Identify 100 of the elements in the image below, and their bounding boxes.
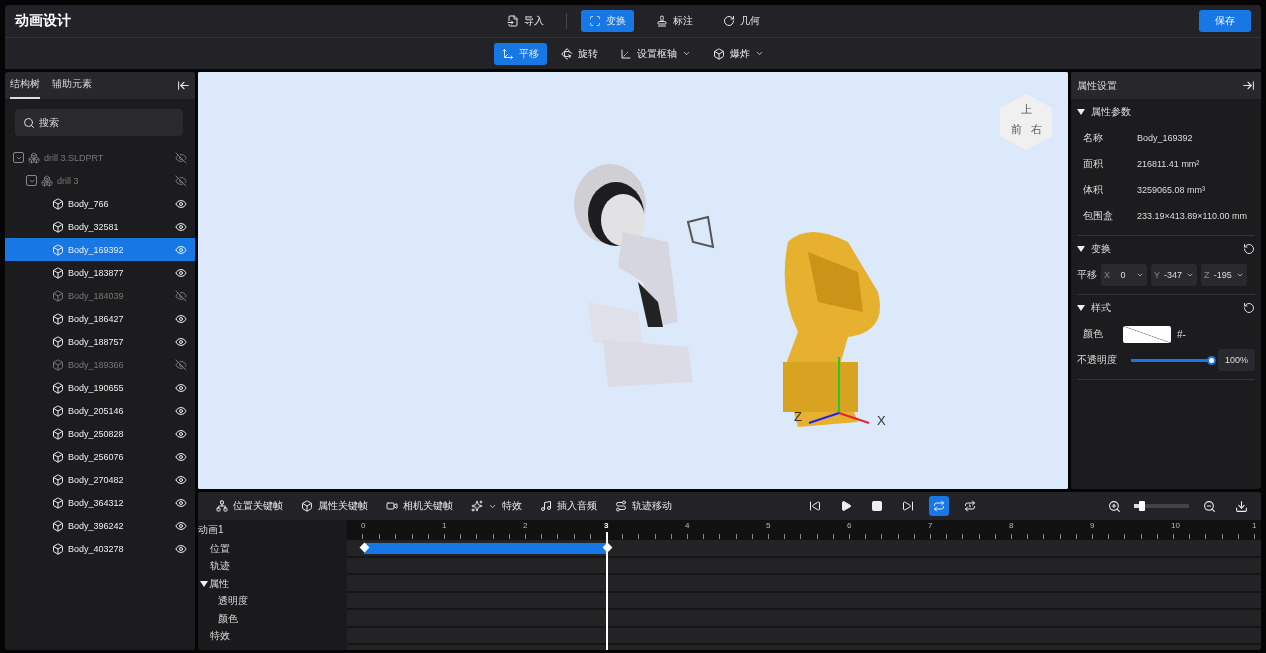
tree-item[interactable]: Body_250828 (5, 422, 195, 445)
caret-icon (682, 49, 691, 58)
color-swatch[interactable] (1123, 325, 1171, 343)
toolbar-tab[interactable]: 变换 (580, 10, 634, 32)
expand-button[interactable] (1242, 79, 1255, 92)
caret-icon[interactable] (1077, 246, 1085, 252)
caret-icon[interactable] (1077, 305, 1085, 311)
cube-face-label: 前 (1009, 122, 1023, 137)
eye-closed-icon[interactable] (175, 174, 187, 187)
eye-closed-icon[interactable] (175, 151, 187, 164)
tool-button[interactable]: 旋转 (553, 42, 606, 65)
play-icon (839, 500, 852, 512)
tree-item-name: Body_403278 (68, 543, 125, 554)
eye-icon[interactable] (175, 266, 187, 279)
toolbar-tab[interactable]: 几何 (714, 10, 768, 32)
property-value: Body_169392 (1137, 133, 1193, 143)
number-field[interactable]: Z -195 (1201, 264, 1247, 286)
zoom-slider-thumb[interactable] (1139, 501, 1146, 511)
panel-tab[interactable]: 结构树 (10, 77, 40, 99)
keyframe-icon[interactable] (359, 542, 370, 553)
tree-item[interactable]: Body_270482 (5, 468, 195, 491)
keyframe-clip[interactable] (364, 543, 607, 554)
axis-gizmo[interactable] (808, 356, 870, 424)
number-field[interactable]: Y -347 (1151, 264, 1197, 286)
eye-icon[interactable] (175, 312, 187, 325)
tool-button[interactable]: 设置枢轴 (612, 42, 699, 65)
tree-item[interactable]: Body_364312 (5, 491, 195, 514)
tree-item-name: Body_396242 (68, 520, 125, 531)
tick-label: 8 (1009, 521, 1014, 530)
timeline-tool[interactable]: 相机关键帧 (378, 495, 461, 517)
caret-icon[interactable] (1077, 109, 1085, 115)
expand-toggle[interactable] (13, 152, 24, 163)
toolbar-tab[interactable]: 导入 (498, 10, 552, 32)
number-field[interactable]: X 0 (1101, 264, 1147, 286)
tree-item[interactable]: Body_188757 (5, 330, 195, 353)
tool-button[interactable]: 平移 (494, 42, 547, 65)
stepper-icon[interactable] (1186, 271, 1194, 279)
expand-toggle[interactable] (26, 175, 37, 186)
keyframe-icon[interactable] (602, 542, 613, 553)
eye-closed-icon[interactable] (175, 289, 187, 302)
eye-icon[interactable] (175, 197, 187, 210)
app-title: 动画设计 (15, 12, 71, 30)
tool-button[interactable]: 爆炸 (705, 42, 772, 65)
time-ruler[interactable]: 0 1 2 3 4 5 6 7 8 9 10 1 (347, 520, 1261, 540)
cube-icon (52, 197, 64, 210)
tree-item[interactable]: Body_766 (5, 192, 195, 215)
tree-item[interactable]: Body_183877 (5, 261, 195, 284)
stop-icon (870, 500, 883, 512)
rotate-icon (722, 15, 735, 27)
tree-item[interactable]: Body_186427 (5, 307, 195, 330)
toolbar-tab[interactable]: 标注 (647, 10, 701, 32)
network-icon (216, 500, 228, 512)
property-label: 体积 (1083, 183, 1104, 197)
section-title: 属性参数 (1091, 105, 1131, 119)
axis-icon (620, 47, 632, 60)
eye-icon[interactable] (175, 381, 187, 394)
caret-icon[interactable] (200, 580, 208, 587)
timeline-tool[interactable]: 位置关键帧 (208, 495, 291, 517)
tree-item[interactable]: Body_396242 (5, 514, 195, 537)
opacity-value[interactable]: 100% (1218, 349, 1255, 371)
tree-item[interactable]: Body_169392 (5, 238, 195, 261)
timeline-tool[interactable]: 插入音频 (532, 495, 605, 517)
tree-item[interactable]: Body_403278 (5, 537, 195, 560)
stepper-icon[interactable] (1236, 271, 1244, 279)
search-field[interactable]: 搜索 (15, 109, 183, 136)
tree-item-name: Body_766 (68, 198, 110, 209)
tick-label: 3 (604, 521, 609, 530)
reset-icon (1243, 302, 1255, 314)
tree-item[interactable]: Body_184039 (5, 284, 195, 307)
reset-button[interactable] (1243, 243, 1255, 255)
tree-item[interactable]: drill 3.SLDPRT (5, 146, 195, 169)
tree-item[interactable]: Body_189366 (5, 353, 195, 376)
tree-item-name: drill 3 (57, 175, 80, 186)
panel-tab[interactable]: 辅助元素 (52, 77, 92, 99)
tree-item[interactable]: Body_205146 (5, 399, 195, 422)
collapse-button[interactable] (177, 79, 190, 92)
tree-item[interactable]: Body_32581 (5, 215, 195, 238)
tree-item[interactable]: Body_190655 (5, 376, 195, 399)
stepper-icon[interactable] (1136, 271, 1144, 279)
assembly-icon (41, 174, 53, 187)
eye-closed-icon[interactable] (175, 358, 187, 371)
timeline-tool[interactable]: 特效 (463, 495, 530, 517)
track-label: 特效 (210, 629, 230, 644)
tree-item[interactable]: Body_256076 (5, 445, 195, 468)
eye-icon[interactable] (175, 473, 187, 486)
tree-item[interactable]: drill 3 (5, 169, 195, 192)
save-button[interactable]: 保存 (1199, 10, 1251, 32)
eye-icon[interactable] (175, 427, 187, 440)
loop-button[interactable] (928, 496, 949, 516)
timeline-tool[interactable]: 属性关键帧 (293, 495, 376, 517)
stamp-icon (655, 15, 668, 27)
eye-icon[interactable] (175, 542, 187, 555)
eye-icon[interactable] (175, 496, 187, 509)
eye-icon[interactable] (175, 519, 187, 532)
timeline-tool[interactable]: 轨迹移动 (607, 495, 680, 517)
eye-icon[interactable] (175, 404, 187, 417)
eye-icon[interactable] (175, 335, 187, 348)
eye-icon[interactable] (175, 450, 187, 463)
eye-icon[interactable] (175, 220, 187, 233)
reset-button[interactable] (1243, 302, 1255, 314)
